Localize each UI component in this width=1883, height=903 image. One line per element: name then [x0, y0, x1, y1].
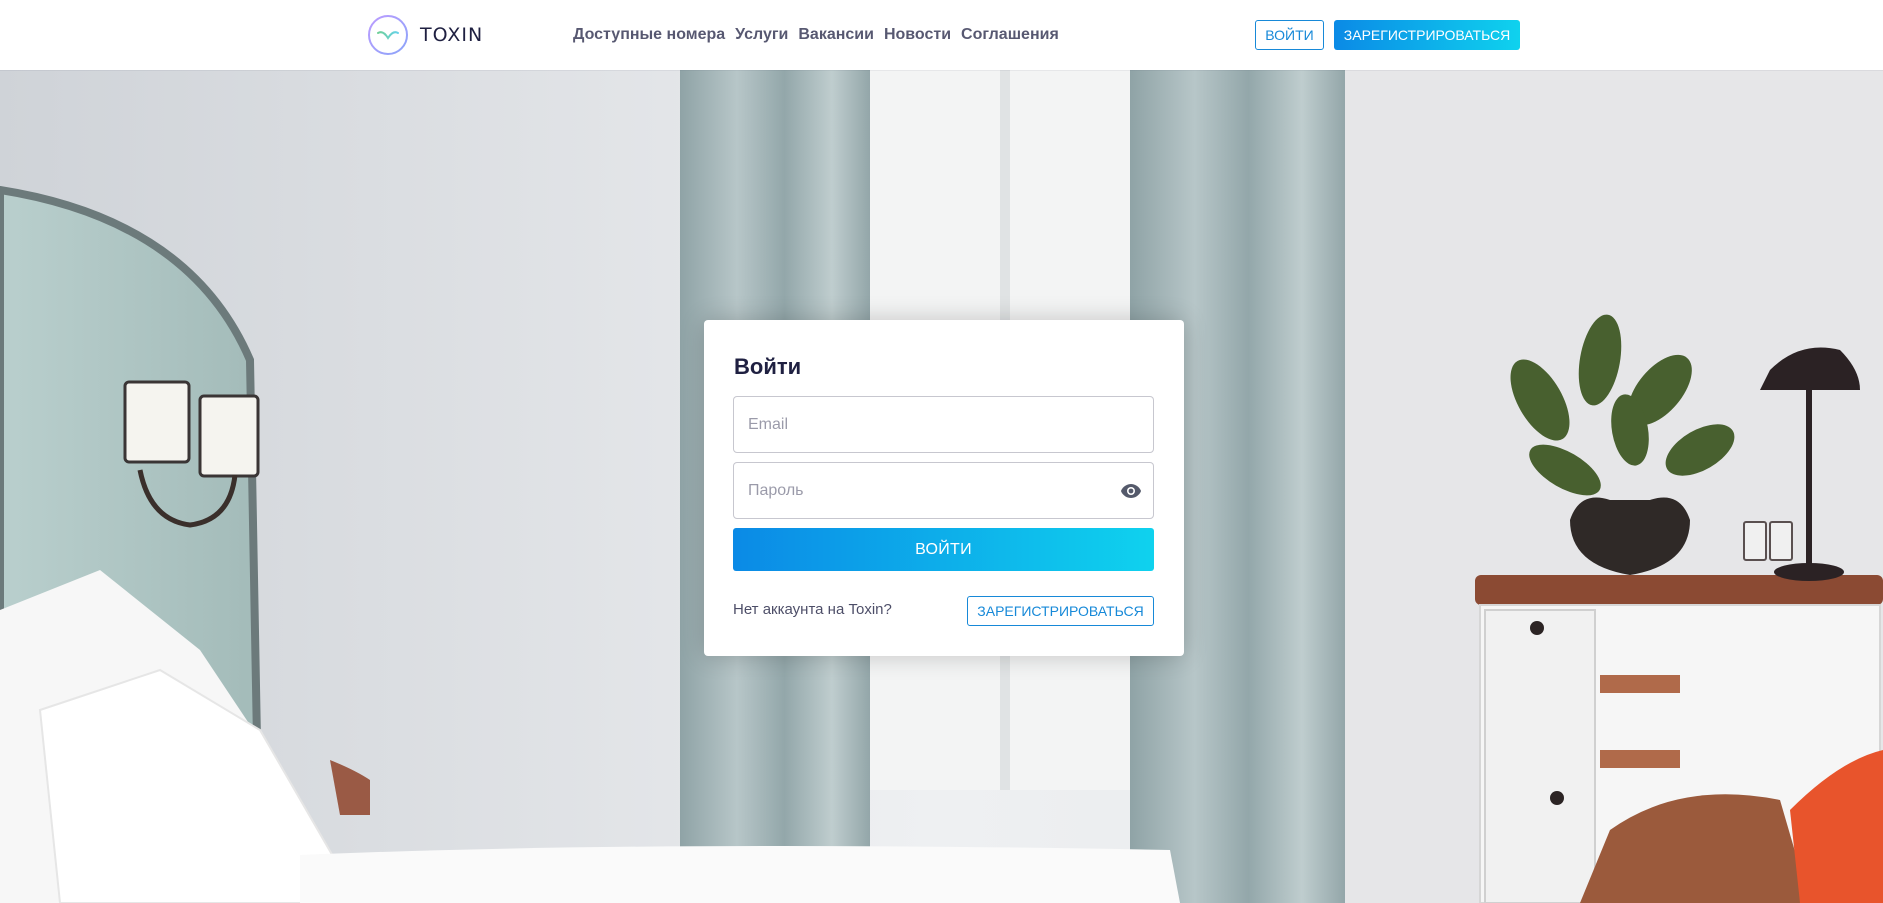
login-title: Войти: [734, 354, 802, 379]
no-account-text: Нет аккаунта на Toxin?: [733, 601, 892, 618]
nav-item-vacancies[interactable]: Вакансии: [798, 23, 874, 47]
site-header: TOXIN Доступные номера Услуги Вакансии Н…: [0, 0, 1883, 70]
nav-item-rooms[interactable]: Доступные номера: [573, 23, 725, 47]
email-field-wrapper: [733, 396, 1154, 453]
nav-item-news[interactable]: Новости: [884, 23, 951, 47]
header-login-button[interactable]: ВОЙТИ: [1255, 20, 1324, 50]
login-submit-button[interactable]: ВОЙТИ: [733, 528, 1154, 571]
logo-icon: [368, 15, 408, 55]
email-input[interactable]: [734, 397, 1153, 452]
toxin-logo[interactable]: TOXIN: [367, 14, 483, 56]
login-card: Войти ВОЙТИ Нет аккаунта на Toxin? ЗАРЕГ…: [704, 320, 1184, 656]
nav-item-services[interactable]: Услуги: [735, 23, 788, 47]
eye-icon[interactable]: [1119, 481, 1143, 501]
main-nav: Доступные номера Услуги Вакансии Новости…: [573, 23, 1059, 47]
header-register-button[interactable]: ЗАРЕГИСТРИРОВАТЬСЯ: [1334, 20, 1520, 50]
card-register-button[interactable]: ЗАРЕГИСТРИРОВАТЬСЯ: [967, 596, 1154, 626]
password-input[interactable]: [734, 463, 1153, 518]
password-field-wrapper: [733, 462, 1154, 519]
nav-item-agreements[interactable]: Соглашения: [961, 23, 1059, 47]
logo-text: TOXIN: [420, 24, 484, 46]
